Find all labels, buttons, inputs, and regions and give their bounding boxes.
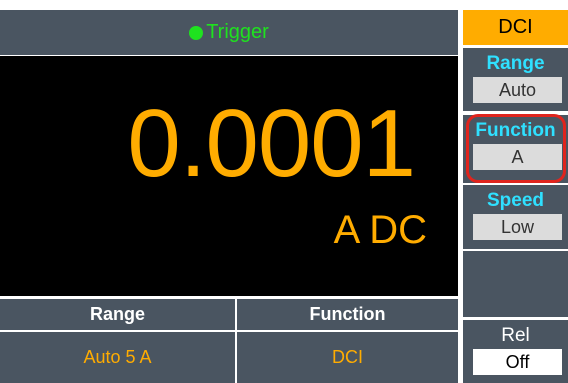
bottom-range: Range Auto 5 A xyxy=(0,299,235,383)
softkey-range-value: Auto xyxy=(473,77,562,103)
bottom-function-value: DCI xyxy=(237,332,458,383)
softkey-speed[interactable]: Speed Low xyxy=(463,185,568,249)
softkey-function-value: A xyxy=(473,144,562,170)
bottom-range-value: Auto 5 A xyxy=(0,332,235,383)
bottom-info-bar: Range Auto 5 A Function DCI xyxy=(0,299,458,383)
softkey-speed-value: Low xyxy=(473,214,562,240)
dmm-screen: Trigger 0.0001 A DC Range Auto 5 A Funct… xyxy=(0,0,568,383)
bottom-range-label: Range xyxy=(0,299,235,330)
mode-badge: DCI xyxy=(463,10,568,45)
status-bar: Trigger xyxy=(0,10,458,55)
trigger-indicator: Trigger xyxy=(189,21,269,44)
softkey-blank[interactable] xyxy=(463,251,568,317)
trigger-dot-icon xyxy=(189,25,204,40)
measurement-unit: A DC xyxy=(333,208,427,252)
bottom-function-label: Function xyxy=(237,299,458,330)
softkey-range-label: Range xyxy=(486,53,545,74)
softkey-range[interactable]: Range Auto xyxy=(463,48,568,111)
measurement-display: 0.0001 A DC xyxy=(0,56,458,296)
main-area: Trigger 0.0001 A DC Range Auto 5 A Funct… xyxy=(0,0,458,383)
softkey-function[interactable]: Function A xyxy=(463,115,568,183)
measurement-reading: 0.0001 xyxy=(127,90,416,197)
trigger-label: Trigger xyxy=(206,21,269,43)
bottom-function: Function DCI xyxy=(237,299,458,383)
softkey-function-label: Function xyxy=(475,120,556,141)
softkey-rel-label: Rel xyxy=(501,325,530,346)
softkey-rel-value: Off xyxy=(473,349,562,375)
softkey-rel[interactable]: Rel Off xyxy=(463,320,568,383)
softkey-speed-label: Speed xyxy=(486,190,545,211)
softkey-column: DCI Range Auto Function A Speed Low Rel … xyxy=(460,0,568,383)
